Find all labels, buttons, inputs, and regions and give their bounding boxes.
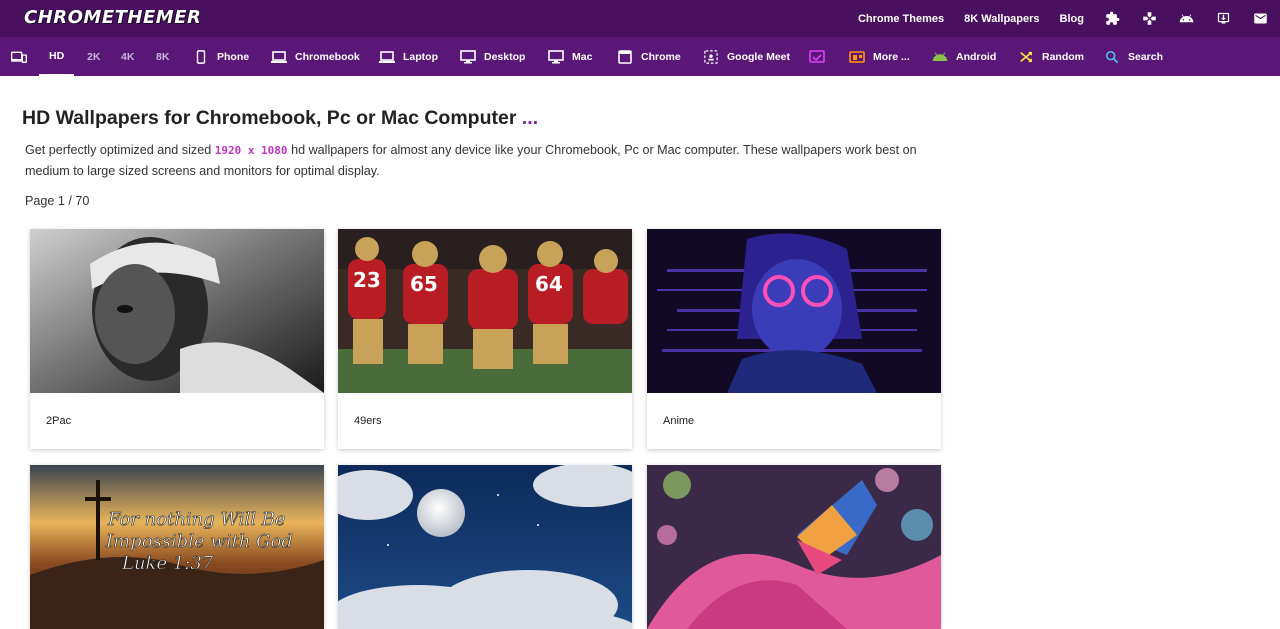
- nav-android[interactable]: Android: [932, 37, 996, 76]
- nav-random[interactable]: Random: [1018, 37, 1084, 76]
- wallpaper-card[interactable]: [647, 465, 941, 629]
- wallpaper-thumbnail[interactable]: [30, 229, 324, 393]
- nav-chromebook[interactable]: Chromebook: [271, 37, 360, 76]
- devices-icon[interactable]: [11, 37, 27, 76]
- site-logo[interactable]: CHROMETHEMER: [24, 7, 201, 28]
- wallpaper-card[interactable]: For nothing Will Be Impossible with God …: [30, 465, 324, 629]
- puzzle-icon[interactable]: [1104, 11, 1120, 27]
- nav-desktop[interactable]: Desktop: [460, 37, 525, 76]
- nav-mac[interactable]: Mac: [548, 37, 592, 76]
- wallpaper-thumbnail[interactable]: For nothing Will Be Impossible with God …: [30, 465, 324, 629]
- wallpaper-thumbnail[interactable]: [647, 229, 941, 393]
- phone-icon: [193, 49, 209, 64]
- 8k-wallpapers-link[interactable]: 8K Wallpapers: [964, 13, 1039, 25]
- mac-icon: [548, 49, 564, 64]
- top-header: CHROMETHEMER Chrome Themes 8K Wallpapers…: [0, 0, 1280, 37]
- nav-google-meet[interactable]: Google Meet: [703, 37, 790, 76]
- desktop-icon: [460, 49, 476, 64]
- wallpaper-card-anime[interactable]: Anime: [647, 229, 941, 449]
- wallpaper-title[interactable]: Anime: [647, 393, 941, 449]
- nav-laptop[interactable]: Laptop: [379, 37, 438, 76]
- nav-chrome[interactable]: Chrome: [617, 37, 681, 76]
- wallpaper-thumbnail[interactable]: [338, 465, 632, 629]
- wallpaper-title[interactable]: 49ers: [338, 393, 632, 449]
- wallpaper-thumbnail[interactable]: [647, 465, 941, 629]
- wallpaper-card-49ers[interactable]: 23 65 64 49ers: [338, 229, 632, 449]
- download-icon[interactable]: [1215, 11, 1231, 27]
- mail-icon[interactable]: [1252, 11, 1268, 27]
- card-overlay-line-2: Impossible with God: [105, 531, 293, 552]
- nav-more[interactable]: More ...: [849, 37, 910, 76]
- android-icon[interactable]: [1178, 11, 1194, 27]
- title-more-dots[interactable]: ...: [522, 107, 538, 129]
- card-overlay-line-1: For nothing Will Be: [107, 509, 286, 530]
- shuffle-icon: [1018, 50, 1034, 64]
- tab-4k[interactable]: 4K: [121, 37, 134, 76]
- tab-2k[interactable]: 2K: [87, 37, 100, 76]
- nav-cast[interactable]: [809, 37, 833, 76]
- chromebook-icon: [271, 50, 287, 64]
- wallpaper-thumbnail[interactable]: 23 65 64: [338, 229, 632, 393]
- tab-hd[interactable]: HD: [39, 37, 75, 76]
- chrome-window-icon: [617, 49, 633, 64]
- wallpaper-card[interactable]: [338, 465, 632, 629]
- card-overlay-line-3: Luke 1:37: [121, 553, 214, 574]
- svg-text:64: 64: [535, 272, 563, 296]
- wallpaper-title[interactable]: 2Pac: [30, 393, 324, 449]
- blog-link[interactable]: Blog: [1060, 13, 1084, 25]
- svg-text:65: 65: [410, 272, 438, 296]
- search-icon: [1104, 50, 1120, 64]
- gamepad-icon[interactable]: [1141, 11, 1157, 27]
- laptop-icon: [379, 50, 395, 64]
- chrome-themes-link[interactable]: Chrome Themes: [858, 13, 944, 25]
- cast-icon: [809, 49, 825, 64]
- page-indicator: Page 1 / 70: [25, 194, 90, 208]
- more-icon: [849, 50, 865, 64]
- tab-8k[interactable]: 8K: [156, 37, 169, 76]
- google-meet-icon: [703, 49, 719, 64]
- intro-text: Get perfectly optimized and sized 1920 x…: [25, 143, 917, 178]
- android-icon: [932, 50, 948, 64]
- nav-search[interactable]: Search: [1104, 37, 1163, 76]
- page-title: HD Wallpapers for Chromebook, Pc or Mac …: [22, 107, 539, 129]
- resolution-highlight: 1920 x 1080: [214, 144, 288, 157]
- wallpaper-card-2pac[interactable]: 2Pac: [30, 229, 324, 449]
- device-nav: HD 2K 4K 8K Phone Chromebook Laptop Desk…: [0, 37, 1280, 76]
- nav-phone[interactable]: Phone: [193, 37, 249, 76]
- top-links: Chrome Themes 8K Wallpapers Blog: [858, 0, 1280, 37]
- svg-text:23: 23: [353, 268, 381, 292]
